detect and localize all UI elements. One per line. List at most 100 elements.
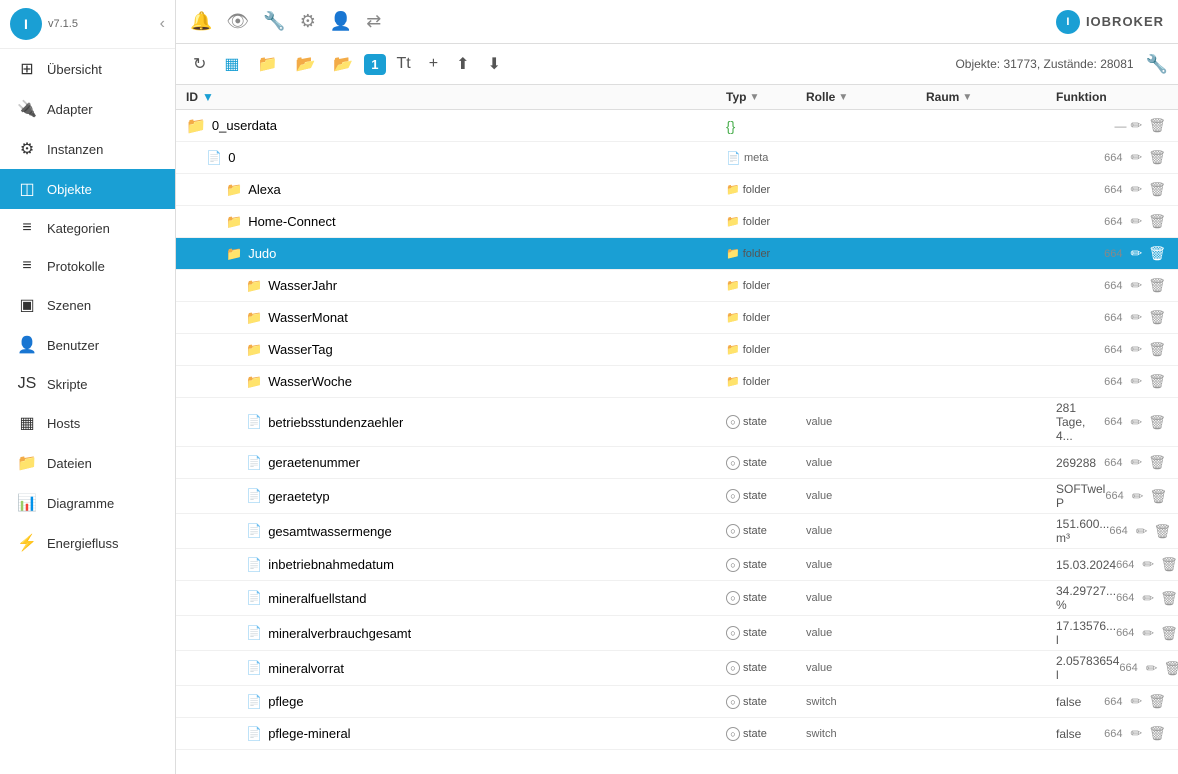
- sidebar-item-hosts[interactable]: ▦ Hosts: [0, 403, 175, 443]
- raum-sort-icon[interactable]: ▼: [962, 92, 972, 103]
- exchange-icon[interactable]: ⇄: [366, 11, 381, 32]
- delete-icon[interactable]: 🗑: [1162, 660, 1178, 677]
- sidebar-item-protokolle[interactable]: ≡ Protokolle: [0, 247, 175, 285]
- table-row[interactable]: 📁 WasserJahr 📁 folder 664 ✏ 🗑: [176, 270, 1178, 302]
- rolle-sort-icon[interactable]: ▼: [838, 92, 848, 103]
- view-chart-button[interactable]: ▦: [217, 50, 246, 78]
- table-row[interactable]: 📁 Alexa 📁 folder 664 ✏ 🗑: [176, 174, 1178, 206]
- edit-icon[interactable]: ✏: [1128, 373, 1144, 390]
- edit-icon[interactable]: ✏: [1128, 117, 1144, 134]
- delete-icon[interactable]: 🗑: [1146, 213, 1168, 230]
- delete-icon[interactable]: 🗑: [1146, 414, 1168, 431]
- table-row[interactable]: 📄 pflege ○state switch false 664 ✏ 🗑: [176, 686, 1178, 718]
- edit-icon[interactable]: ✏: [1128, 414, 1144, 431]
- delete-icon[interactable]: 🗑: [1146, 454, 1168, 471]
- sidebar-item-instanzen[interactable]: ⚙ Instanzen: [0, 129, 175, 169]
- edit-icon[interactable]: ✏: [1128, 277, 1144, 294]
- edit-icon[interactable]: ✏: [1128, 725, 1144, 742]
- edit-icon[interactable]: ✏: [1144, 660, 1160, 677]
- delete-icon[interactable]: 🗑: [1146, 309, 1168, 326]
- edit-icon[interactable]: ✏: [1128, 149, 1144, 166]
- edit-icon[interactable]: ✏: [1128, 693, 1144, 710]
- table-row[interactable]: 📄 inbetriebnahmedatum ○state value 15.03…: [176, 549, 1178, 581]
- delete-icon[interactable]: 🗑: [1147, 488, 1169, 505]
- table-row[interactable]: 📄 mineralvorrat ○state value 2.05783654 …: [176, 651, 1178, 686]
- table-row[interactable]: 📁 Judo 📁 folder 664 ✏ 🗑: [176, 238, 1178, 270]
- delete-icon[interactable]: 🗑: [1158, 556, 1178, 573]
- delete-icon[interactable]: 🗑: [1146, 341, 1168, 358]
- badge-button[interactable]: 1: [364, 54, 385, 75]
- table-row[interactable]: 📁 Home-Connect 📁 folder 664 ✏ 🗑: [176, 206, 1178, 238]
- edit-icon[interactable]: ✏: [1130, 488, 1146, 505]
- sidebar-item-adapter[interactable]: 🔌 Adapter: [0, 89, 175, 129]
- table-row[interactable]: 📄 pflege-mineral ○state switch false 664…: [176, 718, 1178, 750]
- delete-icon[interactable]: 🗑: [1146, 181, 1168, 198]
- table-row[interactable]: 📄 betriebsstundenzaehler ○state value 28…: [176, 398, 1178, 447]
- edit-icon[interactable]: ✏: [1128, 341, 1144, 358]
- sidebar-item-skripte[interactable]: JS Skripte: [0, 365, 175, 403]
- sidebar-item-energiefluss[interactable]: ⚡ Energiefluss: [0, 523, 175, 563]
- delete-icon[interactable]: 🗑: [1146, 693, 1168, 710]
- header-raum[interactable]: Raum ▼: [926, 90, 1056, 104]
- header-rolle[interactable]: Rolle ▼: [806, 90, 926, 104]
- bell-icon[interactable]: 🔔: [190, 11, 212, 32]
- table-row[interactable]: 📁 WasserWoche 📁 folder 664 ✏ 🗑: [176, 366, 1178, 398]
- edit-icon[interactable]: ✏: [1140, 590, 1156, 607]
- eye-icon[interactable]: 👁: [226, 11, 249, 32]
- edit-icon[interactable]: ✏: [1134, 523, 1150, 540]
- refresh-button[interactable]: ↻: [186, 50, 213, 78]
- sidebar-item-diagramme[interactable]: 📊 Diagramme: [0, 483, 175, 523]
- table-row[interactable]: 📄 mineralfuellstand ○state value 34.2972…: [176, 581, 1178, 616]
- table-row[interactable]: 📄 mineralverbrauchgesamt ○state value 17…: [176, 616, 1178, 651]
- row-actions: 664 ✏ 🗑: [1104, 149, 1168, 166]
- sidebar-item-ubersicht[interactable]: ⊞ Übersicht: [0, 49, 175, 89]
- add-button[interactable]: +: [422, 51, 445, 77]
- row-type-cell: ○state: [726, 524, 806, 538]
- text-button[interactable]: Tt: [390, 51, 418, 77]
- delete-icon[interactable]: 🗑: [1146, 373, 1168, 390]
- header-id[interactable]: ID ▼: [186, 90, 726, 104]
- sidebar-item-dateien[interactable]: 📁 Dateien: [0, 443, 175, 483]
- wrench-icon[interactable]: 🔧: [263, 11, 285, 32]
- table-row[interactable]: 📁 WasserTag 📁 folder 664 ✏ 🗑: [176, 334, 1178, 366]
- typ-sort-icon[interactable]: ▼: [749, 92, 759, 103]
- toolbar-settings-icon[interactable]: 🔧: [1146, 54, 1168, 75]
- table-row[interactable]: 📁 WasserMonat 📁 folder 664 ✏ 🗑: [176, 302, 1178, 334]
- edit-icon[interactable]: ✏: [1128, 181, 1144, 198]
- folder-expand-button[interactable]: 📂: [326, 50, 360, 78]
- edit-icon[interactable]: ✏: [1140, 556, 1156, 573]
- sidebar-item-kategorien[interactable]: ≡ Kategorien: [0, 209, 175, 247]
- sidebar-item-szenen[interactable]: ▣ Szenen: [0, 285, 175, 325]
- upload-button[interactable]: ⬆: [449, 50, 476, 78]
- header-typ[interactable]: Typ ▼: [726, 90, 806, 104]
- delete-icon[interactable]: 🗑: [1146, 149, 1168, 166]
- table-row[interactable]: 📄 gesamtwassermenge ○state value 151.600…: [176, 514, 1178, 549]
- edit-icon[interactable]: ✏: [1140, 625, 1156, 642]
- delete-icon[interactable]: 🗑: [1146, 245, 1168, 262]
- edit-icon[interactable]: ✏: [1128, 454, 1144, 471]
- filter-icon[interactable]: ▼: [202, 90, 214, 104]
- download-button[interactable]: ⬇: [481, 50, 508, 78]
- edit-icon[interactable]: ✏: [1128, 245, 1144, 262]
- table-row[interactable]: 📁 0_userdata {} — ✏ 🗑: [176, 110, 1178, 142]
- folder-button[interactable]: 📁: [251, 50, 285, 78]
- sidebar-item-benutzer[interactable]: 👤 Benutzer: [0, 325, 175, 365]
- row-value-cell: 269288: [1056, 456, 1104, 470]
- delete-icon[interactable]: 🗑: [1146, 117, 1168, 134]
- delete-icon[interactable]: 🗑: [1146, 725, 1168, 742]
- delete-icon[interactable]: 🗑: [1151, 523, 1173, 540]
- table-row[interactable]: 📄 geraetenummer ○state value 269288 664 …: [176, 447, 1178, 479]
- table-row[interactable]: 📄 geraetetyp ○state value SOFTwel P 664 …: [176, 479, 1178, 514]
- person-icon[interactable]: 👤: [330, 11, 352, 32]
- edit-icon[interactable]: ✏: [1128, 213, 1144, 230]
- sidebar-item-objekte[interactable]: ◫ Objekte: [0, 169, 175, 209]
- delete-icon[interactable]: 🗑: [1158, 590, 1178, 607]
- edit-icon[interactable]: ✏: [1128, 309, 1144, 326]
- delete-icon[interactable]: 🗑: [1158, 625, 1178, 642]
- delete-icon[interactable]: 🗑: [1146, 277, 1168, 294]
- folder-open-button[interactable]: 📂: [288, 50, 322, 78]
- settings-icon[interactable]: ⚙: [300, 11, 316, 32]
- table-row[interactable]: 📄 0 📄 meta 664 ✏ 🗑: [176, 142, 1178, 174]
- collapse-button[interactable]: ‹: [160, 15, 165, 33]
- row-id-cell: 📁 WasserWoche: [186, 374, 726, 390]
